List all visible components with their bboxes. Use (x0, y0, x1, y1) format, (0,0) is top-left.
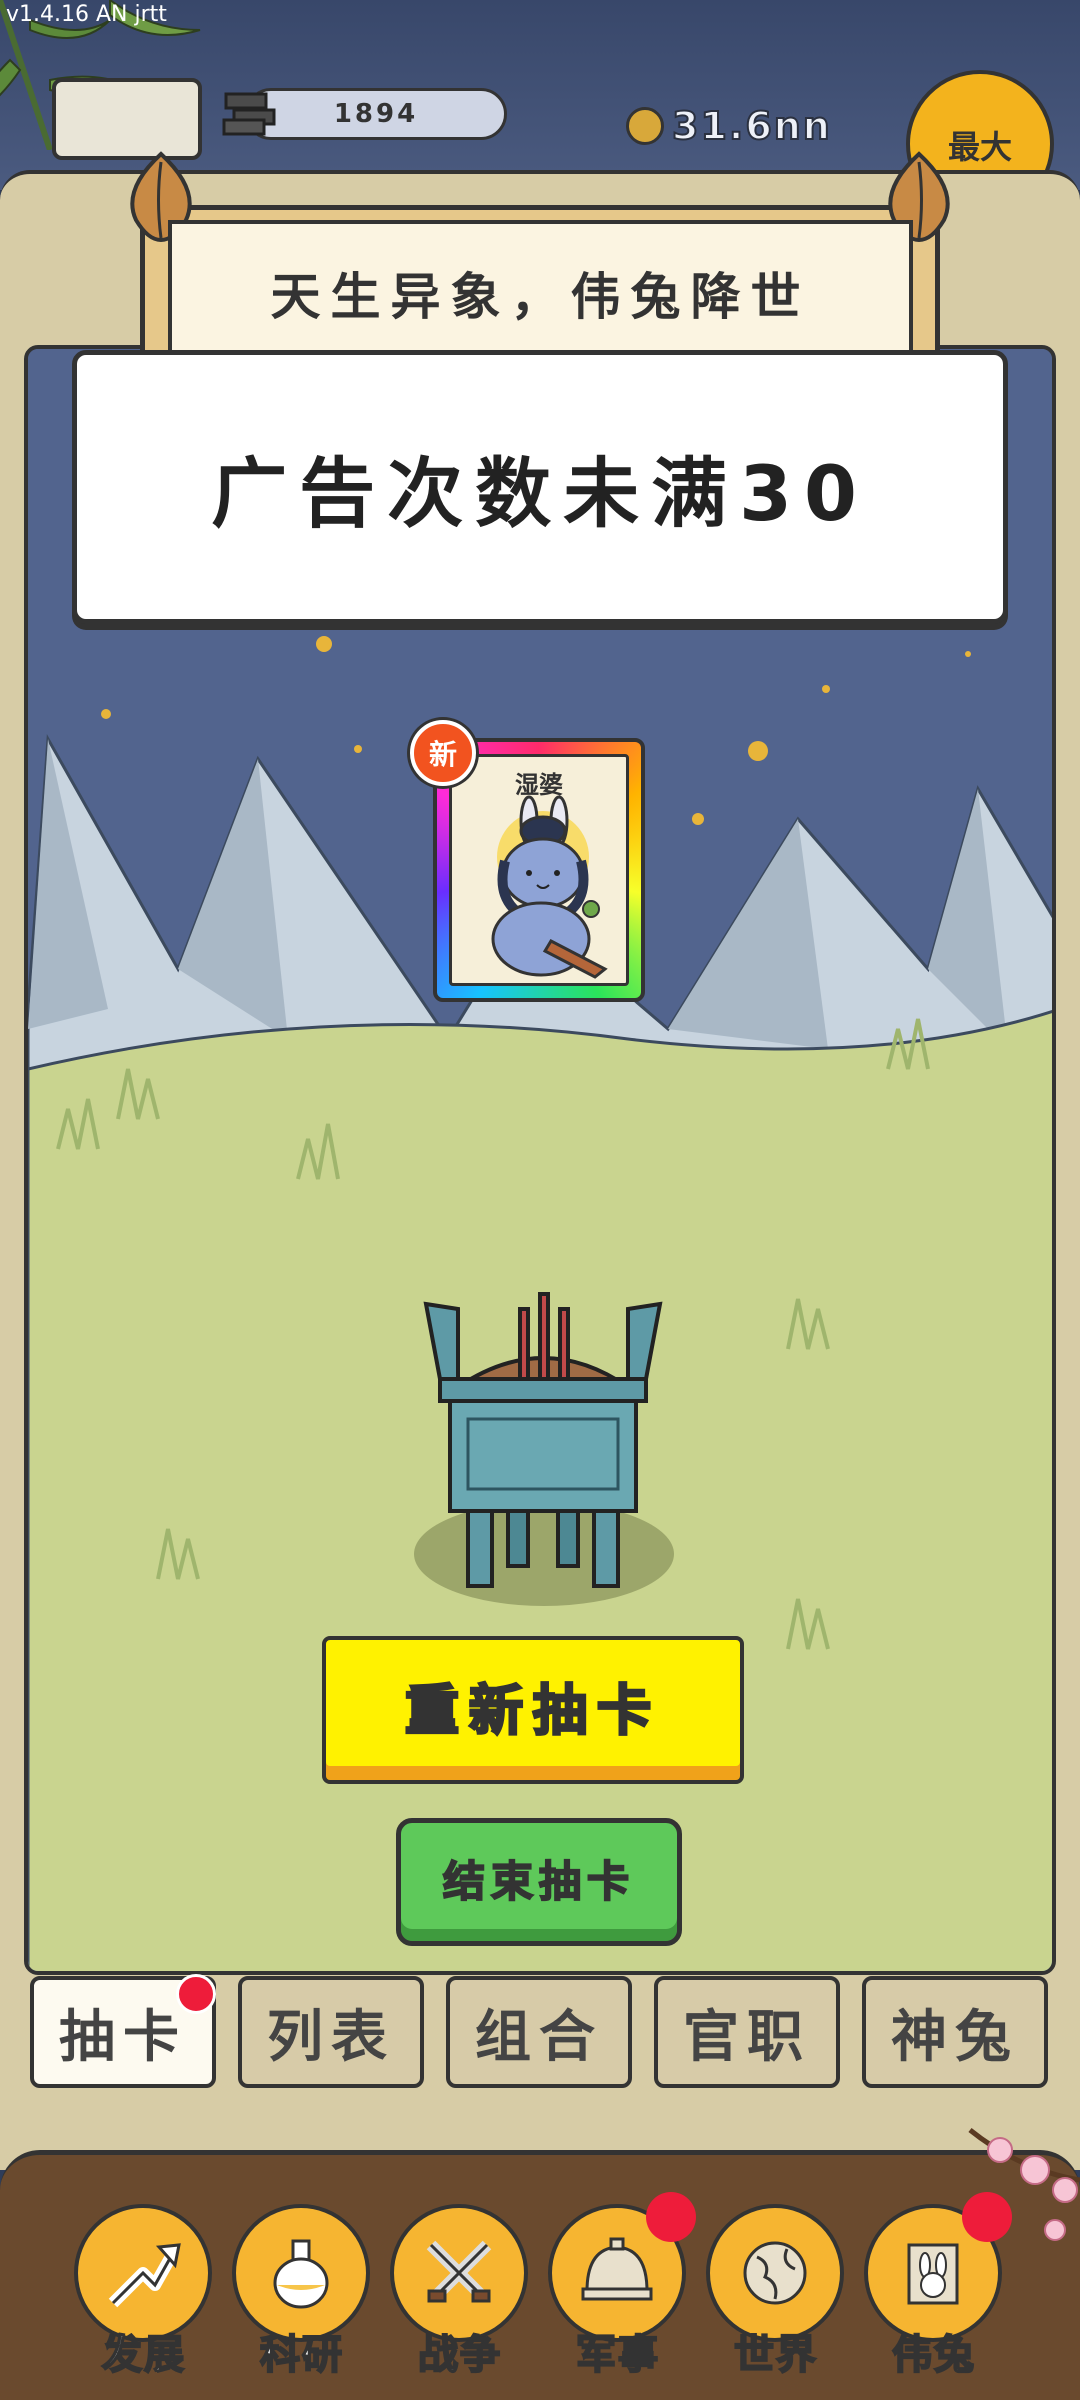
redraw-card-label: 重新抽卡 (404, 1677, 661, 1743)
nav-development[interactable]: 发展 (74, 2204, 214, 2379)
new-badge: 新 (410, 720, 476, 786)
gacha-tabs: 抽卡 列表 组合 官职 神兔 (30, 1974, 1052, 2088)
coin-icon (626, 107, 664, 145)
redraw-card-button[interactable]: 重新抽卡 (322, 1636, 744, 1784)
nav-war[interactable]: 战争 (390, 2204, 530, 2379)
end-draw-button[interactable]: 结束抽卡 (396, 1818, 682, 1946)
scroll-inner: 天生异象，伟兔降世 (168, 220, 913, 365)
stone-ingot-icon (222, 92, 276, 136)
nav-research[interactable]: 科研 (232, 2204, 372, 2379)
tab-divine-rabbit[interactable]: 神兔 (862, 1976, 1048, 2088)
notification-dot (646, 2192, 696, 2242)
nav-label: 科研 (259, 2331, 344, 2379)
toast-message: 广告次数未满30 (72, 350, 1008, 624)
end-draw-label: 结束抽卡 (442, 1856, 635, 1907)
version-label: v1.4.16 AN jrtt (6, 2, 167, 27)
tab-label: 组合 (475, 2004, 603, 2070)
tab-office[interactable]: 官职 (654, 1976, 840, 2088)
coin-counter: 31.6nn (626, 103, 832, 149)
coin-amount: 31.6nn (671, 103, 832, 149)
tab-combo[interactable]: 组合 (446, 1976, 632, 2088)
tab-list[interactable]: 列表 (238, 1976, 424, 2088)
stone-resource-counter: 1894 (245, 88, 507, 140)
tab-label: 官职 (683, 2004, 811, 2070)
nav-label: 发展 (101, 2331, 186, 2379)
nav-label: 伟兔 (891, 2331, 976, 2379)
tab-label: 神兔 (891, 2004, 1019, 2070)
toast-text: 广告次数未满30 (211, 449, 869, 538)
nav-label: 战争 (417, 2331, 502, 2379)
nav-military[interactable]: 军事 (548, 2192, 696, 2379)
new-badge-label: 新 (428, 738, 457, 771)
notification-dot (176, 1974, 216, 2014)
scroll-banner: 天生异象，伟兔降世 (120, 150, 960, 365)
tab-label: 抽卡 (59, 2004, 187, 2070)
notification-dot (962, 2192, 1012, 2242)
stone-amount: 1894 (333, 99, 419, 129)
tab-label: 列表 (267, 2004, 395, 2070)
nav-world[interactable]: 世界 (706, 2204, 846, 2379)
tab-draw[interactable]: 抽卡 (30, 1974, 216, 2088)
page-title: 天生异象，伟兔降世 (270, 267, 811, 326)
player-avatar[interactable] (52, 78, 202, 160)
shiva-rabbit-portrait-icon (491, 795, 608, 979)
card-face: 湿婆 (449, 754, 629, 986)
nav-great-rabbit[interactable]: 伟兔 (864, 2192, 1012, 2379)
nav-label: 世界 (733, 2331, 818, 2379)
nav-label: 军事 (575, 2331, 660, 2379)
